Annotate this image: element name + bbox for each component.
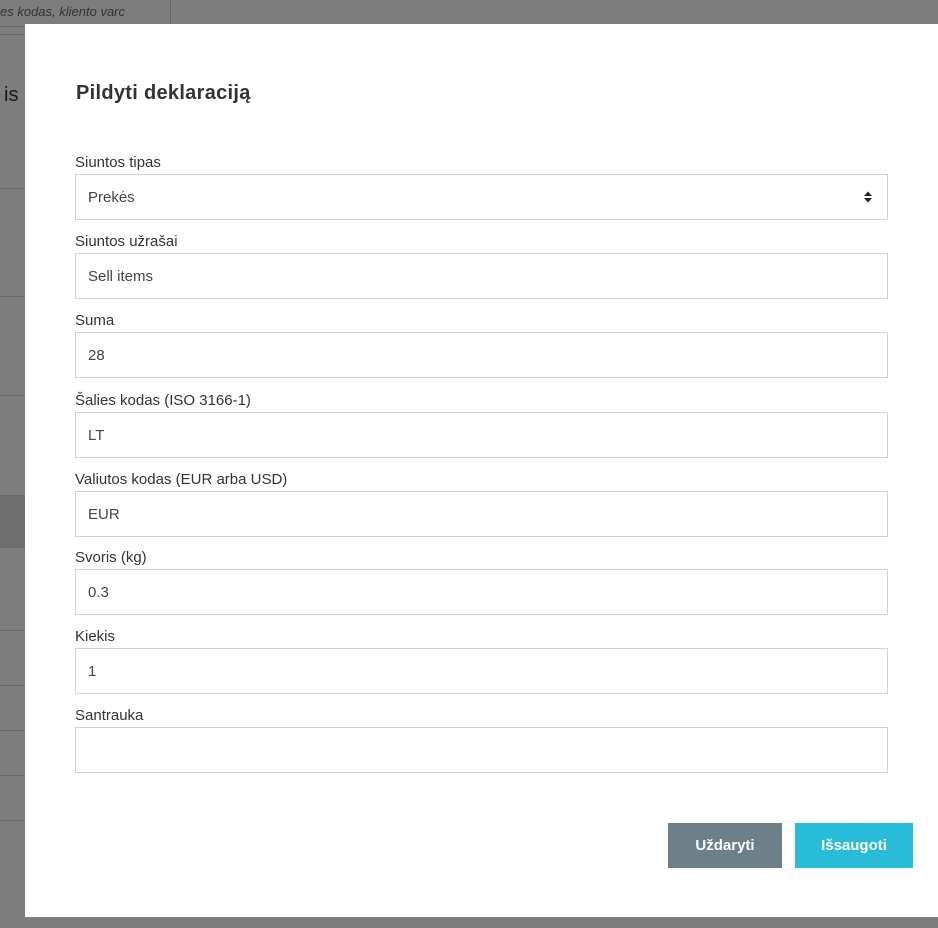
- currency-code-group: Valiutos kodas (EUR arba USD): [75, 469, 888, 537]
- shipment-notes-group: Siuntos užrašai: [75, 231, 888, 299]
- shipment-notes-input[interactable]: [75, 253, 888, 299]
- shipment-type-select[interactable]: Prekės: [75, 174, 888, 220]
- close-button[interactable]: Uždaryti: [668, 823, 782, 868]
- summary-label: Santrauka: [75, 707, 144, 724]
- weight-group: Svoris (kg): [75, 547, 888, 615]
- weight-label: Svoris (kg): [75, 549, 147, 566]
- country-code-label: Šalies kodas (ISO 3166-1): [75, 392, 251, 409]
- quantity-input[interactable]: [75, 648, 888, 694]
- summary-group: Santrauka: [75, 705, 888, 773]
- currency-code-input[interactable]: [75, 491, 888, 537]
- shipment-notes-label: Siuntos užrašai: [75, 233, 178, 250]
- shipment-type-selected-value: Prekės: [88, 188, 135, 206]
- weight-input[interactable]: [75, 569, 888, 615]
- amount-group: Suma: [75, 310, 888, 378]
- country-code-group: Šalies kodas (ISO 3166-1): [75, 390, 888, 458]
- declaration-modal: Pildyti deklaraciją Siuntos tipas Prekės…: [25, 24, 938, 917]
- sort-caret-icon: [864, 191, 872, 203]
- save-button[interactable]: Išsaugoti: [795, 823, 913, 868]
- amount-input[interactable]: [75, 332, 888, 378]
- summary-input[interactable]: [75, 727, 888, 773]
- country-code-input[interactable]: [75, 412, 888, 458]
- shipment-type-group: Siuntos tipas Prekės: [75, 152, 888, 220]
- modal-title: Pildyti deklaraciją: [76, 82, 251, 104]
- quantity-label: Kiekis: [75, 628, 116, 645]
- amount-label: Suma: [75, 312, 115, 329]
- shipment-type-label: Siuntos tipas: [75, 154, 161, 171]
- currency-code-label: Valiutos kodas (EUR arba USD): [75, 471, 288, 488]
- quantity-group: Kiekis: [75, 626, 888, 694]
